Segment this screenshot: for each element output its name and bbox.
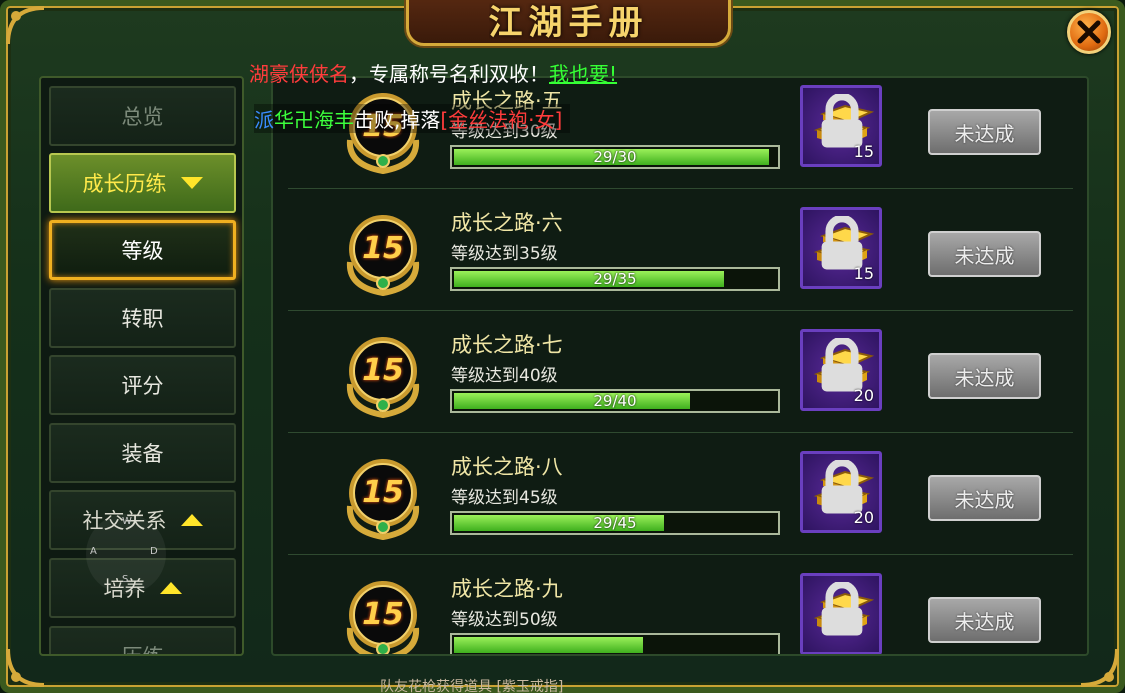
window-title: 江湖手册 bbox=[488, 3, 649, 39]
sidebar-item-label: 装备 bbox=[121, 442, 164, 466]
notice-link[interactable]: 我也要! bbox=[549, 62, 617, 86]
quest-list[interactable]: 15 成长之路·五 等级达到30级 29/30 15 未达成 15 成长之路·六… bbox=[271, 76, 1089, 656]
medal-level: 15 bbox=[362, 353, 404, 388]
quest-title: 成长之路·六 bbox=[451, 211, 563, 235]
level-medal-icon: 15 bbox=[338, 329, 428, 419]
quest-row: 15 成长之路·九 等级达到50级 未达成 bbox=[288, 555, 1073, 654]
lock-icon bbox=[821, 582, 863, 636]
progress-bar bbox=[450, 633, 780, 654]
quest-description: 等级达到35级 bbox=[451, 244, 558, 264]
sidebar-group-experience[interactable]: 历练 bbox=[49, 626, 236, 654]
reward-slot[interactable] bbox=[800, 573, 882, 654]
progress-text: 29/40 bbox=[593, 392, 637, 410]
reward-count: 15 bbox=[853, 264, 874, 283]
reward-count: 20 bbox=[853, 508, 874, 527]
quest-title: 成长之路·七 bbox=[451, 333, 563, 357]
reward-slot[interactable]: 20 bbox=[800, 451, 882, 533]
sidebar-group-growth[interactable]: 成长历练 bbox=[49, 153, 236, 213]
sidebar-item-label: 等级 bbox=[121, 239, 164, 263]
quest-title: 成长之路·九 bbox=[451, 577, 563, 601]
sidebar-item-equipment[interactable]: 装备 bbox=[49, 423, 236, 483]
progress-bar: 29/40 bbox=[450, 389, 780, 413]
quest-row: 15 成长之路·八 等级达到45级 29/45 20 未达成 bbox=[288, 433, 1073, 555]
reward-count: 20 bbox=[853, 386, 874, 405]
progress-text: 29/35 bbox=[593, 270, 637, 288]
level-medal-icon: 15 bbox=[338, 207, 428, 297]
claim-button[interactable]: 未达成 bbox=[928, 353, 1041, 399]
medal-level: 15 bbox=[362, 475, 404, 510]
joystick-key-d: D bbox=[150, 546, 158, 557]
progress-fill bbox=[454, 637, 643, 653]
quest-title: 成长之路·八 bbox=[451, 455, 563, 479]
reward-slot[interactable]: 15 bbox=[800, 85, 882, 167]
notice-player-name[interactable]: 华卍海丰 bbox=[274, 108, 354, 132]
corner-ornament-icon bbox=[6, 6, 46, 46]
progress-bar: 29/30 bbox=[450, 145, 780, 169]
bottom-chat-strip: 队友花枪获得道具 [紫玉戒指] bbox=[380, 679, 564, 693]
chevron-up-icon bbox=[159, 582, 182, 594]
progress-bar: 29/35 bbox=[450, 267, 780, 291]
notice-item-link[interactable]: [金丝法袍·女] bbox=[440, 108, 562, 132]
progress-bar: 29/45 bbox=[450, 511, 780, 535]
claim-button[interactable]: 未达成 bbox=[928, 109, 1041, 155]
drop-notice: 派华卍海丰击败,掉落[金丝法袍·女] bbox=[254, 104, 571, 133]
quest-description: 等级达到50级 bbox=[451, 610, 558, 630]
chevron-down-icon bbox=[180, 177, 203, 189]
notice-text: 湖豪侠侠名 bbox=[249, 62, 349, 86]
quest-description: 等级达到40级 bbox=[451, 366, 558, 386]
progress-text: 29/30 bbox=[593, 148, 637, 166]
claim-button[interactable]: 未达成 bbox=[928, 597, 1041, 643]
sidebar-item-label: 成长历练 bbox=[82, 172, 167, 196]
level-medal-icon: 15 bbox=[338, 573, 428, 654]
joystick-key-s: S bbox=[122, 574, 129, 585]
reward-count: 15 bbox=[853, 142, 874, 161]
reward-slot[interactable]: 15 bbox=[800, 207, 882, 289]
sidebar-item-label: 历练 bbox=[122, 641, 164, 654]
chevron-up-icon bbox=[180, 514, 203, 526]
virtual-joystick[interactable]: W A S D bbox=[86, 514, 166, 594]
claim-button[interactable]: 未达成 bbox=[928, 475, 1041, 521]
sidebar-item-overview[interactable]: 总览 bbox=[49, 86, 236, 146]
notice-text: 击败,掉落 bbox=[354, 108, 441, 132]
sidebar-item-level[interactable]: 等级 bbox=[49, 220, 236, 280]
sidebar-item-score[interactable]: 评分 bbox=[49, 355, 236, 415]
quest-row: 15 成长之路·七 等级达到40级 29/40 20 未达成 bbox=[288, 311, 1073, 433]
sidebar-item-label: 总览 bbox=[121, 105, 164, 129]
medal-level: 15 bbox=[362, 231, 404, 266]
quest-row: 15 成长之路·六 等级达到35级 29/35 15 未达成 bbox=[288, 189, 1073, 311]
notice-text: ，专属称号名利双收！ bbox=[349, 62, 549, 86]
sidebar-item-label: 转职 bbox=[121, 307, 164, 331]
medal-level: 15 bbox=[362, 597, 404, 632]
level-medal-icon: 15 bbox=[338, 451, 428, 541]
handbook-window: 江湖手册 总览 成长历练 等级 转职 评分 装备 社交关系 培养 W A S D… bbox=[0, 0, 1125, 693]
close-icon bbox=[1077, 20, 1101, 44]
reward-slot[interactable]: 20 bbox=[800, 329, 882, 411]
sidebar-item-label: 评分 bbox=[121, 374, 164, 398]
claim-button[interactable]: 未达成 bbox=[928, 231, 1041, 277]
sidebar-item-transfer[interactable]: 转职 bbox=[49, 288, 236, 348]
joystick-key-a: A bbox=[90, 546, 97, 557]
system-notice: 湖豪侠侠名，专属称号名利双收！我也要! bbox=[249, 58, 617, 87]
quest-description: 等级达到45级 bbox=[451, 488, 558, 508]
notice-text: 派 bbox=[254, 108, 274, 132]
progress-text: 29/45 bbox=[593, 514, 637, 532]
close-button[interactable] bbox=[1067, 10, 1111, 54]
joystick-key-w: W bbox=[122, 516, 132, 527]
title-plaque: 江湖手册 bbox=[406, 0, 731, 46]
